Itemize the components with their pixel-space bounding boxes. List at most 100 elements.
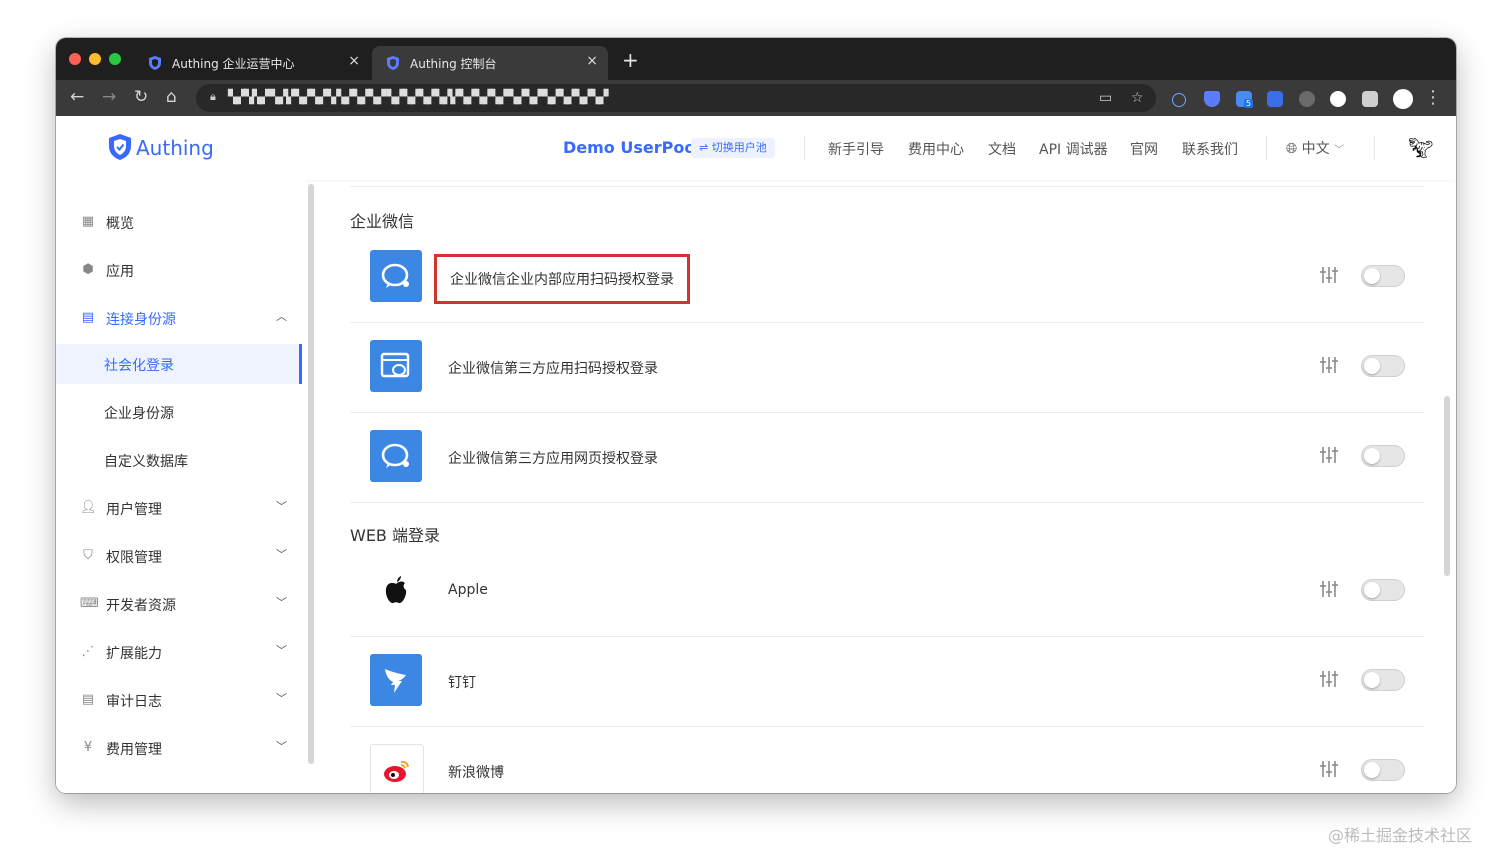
browser-tab-operations[interactable]: Authing 企业运营中心 ×: [134, 46, 370, 80]
enable-toggle[interactable]: [1361, 759, 1405, 781]
provider-name-highlighted: 企业微信企业内部应用扫码授权登录: [434, 254, 690, 304]
main-scrollbar[interactable]: [1444, 396, 1450, 576]
sidebar-item-permissions[interactable]: ⛉ 权限管理 ﹀: [56, 534, 302, 578]
divider: [350, 186, 1424, 187]
profile-avatar-icon[interactable]: [1393, 89, 1413, 109]
sidebar-item-developer-resources[interactable]: ⌨ 开发者资源 ﹀: [56, 582, 302, 626]
yen-icon: ¥: [83, 740, 93, 755]
extension-with-badge-icon[interactable]: 5: [1236, 91, 1254, 108]
sidebar-item-label: 应用: [106, 264, 134, 280]
browser-window: Authing 企业运营中心 × Authing 控制台 × + ← → ↻ ⌂…: [56, 38, 1456, 793]
user-avatar-icon[interactable]: 🦖︎: [1408, 136, 1433, 160]
home-button[interactable]: ⌂: [166, 87, 177, 107]
close-window-button[interactable]: [69, 53, 81, 65]
sidebar-item-identity-sources[interactable]: ▤ 连接身份源 ︿: [56, 296, 302, 340]
enable-toggle[interactable]: [1361, 669, 1405, 691]
nav-getting-started[interactable]: 新手引导: [828, 139, 884, 159]
nav-billing-center[interactable]: 费用中心: [908, 139, 964, 159]
browser-menu-icon[interactable]: ⋮: [1424, 87, 1442, 108]
maximize-window-button[interactable]: [109, 53, 121, 65]
sidebar-item-applications[interactable]: ⬢ 应用: [56, 248, 302, 292]
cube-icon: ⬢: [82, 262, 94, 277]
userpool-name: Demo UserPool: [563, 138, 701, 157]
enable-toggle[interactable]: [1361, 445, 1405, 467]
switch-userpool-button[interactable]: ⇌ 切换用户池: [691, 138, 775, 158]
sidebar-subitem-label: 社会化登录: [104, 358, 174, 374]
provider-row-dingtalk: 钉钉: [350, 636, 1424, 727]
sidebar-subitem-label: 企业身份源: [104, 406, 174, 422]
authing-favicon-icon: [387, 56, 399, 70]
reload-button[interactable]: ↻: [134, 87, 148, 107]
dashboard-icon: ▦: [81, 214, 95, 229]
toggle-knob: [1364, 358, 1380, 374]
sidebar-item-user-management[interactable]: 👤︎ 用户管理 ﹀: [56, 486, 302, 530]
bookmark-star-icon[interactable]: ☆: [1131, 90, 1144, 106]
sidebar-subitem-enterprise-sources[interactable]: 企业身份源: [56, 392, 302, 432]
back-button[interactable]: ←: [70, 87, 84, 107]
enable-toggle[interactable]: [1361, 355, 1405, 377]
minimize-window-button[interactable]: [89, 53, 101, 65]
sidebar-item-billing[interactable]: ¥ 费用管理 ﹀: [56, 726, 302, 770]
react-devtools-extension-icon[interactable]: [1172, 93, 1186, 107]
tab-close-icon[interactable]: ×: [586, 53, 598, 69]
chevron-down-icon: ﹀: [1334, 145, 1345, 156]
sidebar-item-extensions[interactable]: ⋰ 扩展能力 ﹀: [56, 630, 302, 674]
settings-sliders-icon[interactable]: [1320, 446, 1338, 464]
main-content: 企业微信 企业微信企业内部应用扫码授权登录 企业微信第三方应用扫码授权登录 企业…: [318, 180, 1438, 793]
settings-sliders-icon[interactable]: [1320, 356, 1338, 374]
authing-extension-icon[interactable]: [1204, 91, 1220, 107]
url-bar[interactable]: 🔒︎ ▚▞▚▚▞ ▚▞▞▚▞▚▞▚ ▚▞▚▞▚▞ ▚▞▚▞▚▞▚▞▞▚▞▚▞▚▞…: [196, 84, 1156, 112]
code-icon: ⌨: [80, 596, 99, 611]
lock-icon: 🔒︎: [210, 90, 216, 103]
sidebar-item-label: 用户管理: [106, 502, 162, 518]
sidebar-subitem-social-login[interactable]: 社会化登录: [56, 344, 302, 384]
enable-toggle[interactable]: [1361, 579, 1405, 601]
settings-sliders-icon[interactable]: [1320, 266, 1338, 284]
bookmark-extension-icon[interactable]: [1267, 91, 1283, 107]
logo-text: Authing: [136, 136, 214, 160]
tab-close-icon[interactable]: ×: [348, 53, 360, 69]
user-icon: 👤︎: [80, 500, 97, 515]
chevron-down-icon: ﹀: [276, 500, 287, 513]
provider-name: 新浪微博: [448, 765, 504, 781]
authing-logo-icon: [109, 134, 131, 160]
tab-title: Authing 控制台: [410, 57, 497, 71]
enable-toggle[interactable]: [1361, 265, 1405, 287]
forward-button[interactable]: →: [102, 87, 116, 107]
nav-official-site[interactable]: 官网: [1130, 139, 1158, 159]
vpn-extension-icon[interactable]: [1330, 91, 1346, 107]
settings-sliders-icon[interactable]: [1320, 760, 1338, 778]
url-text-masked: ▚▞▚▚▞ ▚▞▞▚▞▚▞▚ ▚▞▚▞▚▞ ▚▞▚▞▚▞▚▞▞▚▞▚▞▚▞ ▚▞…: [228, 90, 609, 105]
language-label: 中文: [1301, 141, 1330, 157]
nav-api-debugger[interactable]: API 调试器: [1039, 139, 1108, 159]
header-divider: [804, 136, 805, 160]
sidebar-subitem-label: 自定义数据库: [104, 454, 188, 470]
toggle-knob: [1364, 672, 1380, 688]
provider-name: Apple: [448, 582, 488, 598]
provider-row-weibo: 新浪微博: [350, 726, 1424, 793]
provider-row-wecom-thirdparty-web: 企业微信第三方应用网页授权登录: [350, 412, 1424, 503]
new-tab-button[interactable]: +: [622, 48, 639, 72]
settings-sliders-icon[interactable]: [1320, 670, 1338, 688]
app-page: Authing Demo UserPool ⇌ 切换用户池 新手引导 费用中心 …: [56, 116, 1456, 793]
nav-contact-us[interactable]: 联系我们: [1182, 139, 1238, 159]
chevron-down-icon: ﹀: [276, 692, 287, 705]
sidebar-subitem-custom-database[interactable]: 自定义数据库: [56, 440, 302, 480]
sidebar-item-overview[interactable]: ▦ 概览: [56, 200, 302, 244]
cast-icon[interactable]: ▭: [1099, 90, 1112, 106]
sidebar-scrollbar[interactable]: [308, 184, 314, 764]
settings-sliders-icon[interactable]: [1320, 580, 1338, 598]
shield-icon: ⛉: [83, 548, 93, 563]
toggle-knob: [1364, 582, 1380, 598]
extensions-puzzle-icon[interactable]: [1362, 91, 1378, 107]
sidebar-item-audit-log[interactable]: ▤ 审计日志 ﹀: [56, 678, 302, 722]
wecom-icon: [370, 250, 422, 302]
address-toolbar: ← → ↻ ⌂ 🔒︎ ▚▞▚▚▞ ▚▞▞▚▞▚▞▚ ▚▞▚▞▚▞ ▚▞▚▞▚▞▚…: [56, 80, 1456, 116]
language-selector[interactable]: 🌐︎ 中文 ﹀: [1286, 138, 1344, 158]
eyedropper-extension-icon[interactable]: [1299, 91, 1315, 107]
browser-tab-console[interactable]: Authing 控制台 ×: [372, 46, 608, 80]
sidebar-item-label: 开发者资源: [106, 598, 176, 614]
chevron-down-icon: ﹀: [276, 740, 287, 753]
provider-name: 企业微信第三方应用网页授权登录: [448, 451, 658, 467]
nav-docs[interactable]: 文档: [988, 139, 1016, 159]
